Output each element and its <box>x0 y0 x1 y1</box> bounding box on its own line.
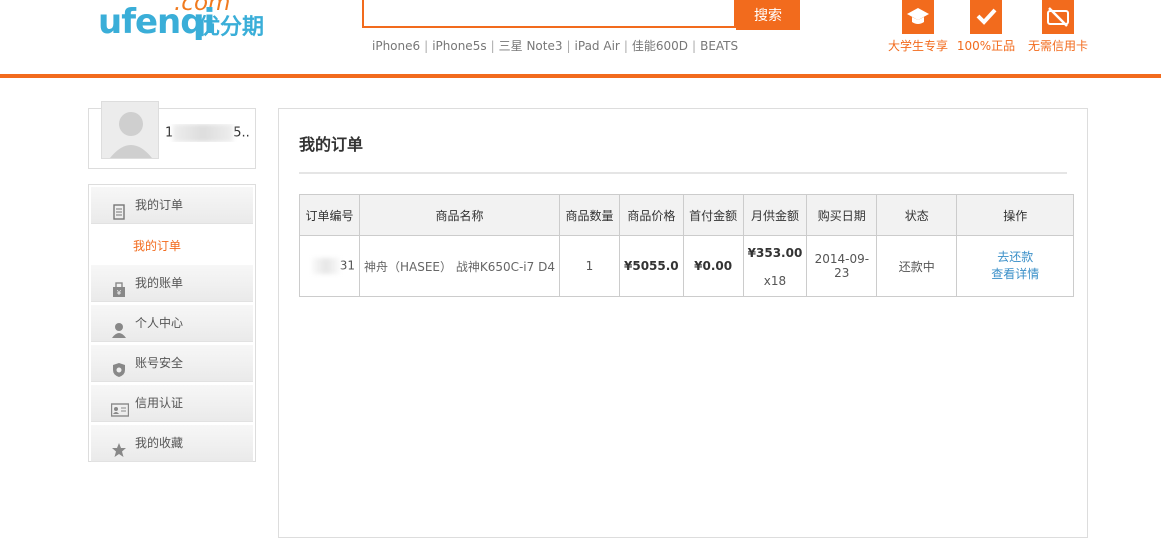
product-name-cell[interactable]: 神舟（HASEE） 战神K650C-i7 D4 <box>359 235 560 297</box>
site-logo[interactable]: .com ufenqi 优分期 <box>98 0 268 46</box>
sidebar-item-profile[interactable]: 个人中心 <box>91 305 253 342</box>
search-button[interactable]: 搜索 <box>736 0 800 30</box>
id-card-icon <box>110 396 130 417</box>
username: 1 5... <box>165 124 251 142</box>
column-header: 商品数量 <box>559 194 620 236</box>
status-cell: 还款中 <box>876 235 958 297</box>
sidebar-item-label: 个人中心 <box>135 316 184 330</box>
monthly-cell: ¥353.00 x18 <box>742 235 808 297</box>
hot-word[interactable]: 三星 Note3 <box>499 39 563 53</box>
sidebar-menu: 我的订单 我的订单 ¥ 我的账单 个人中心 账号安全 信用认证 我的收藏 <box>88 184 256 462</box>
svg-text:¥: ¥ <box>117 289 122 297</box>
badge-label: 无需信用卡 <box>1027 39 1088 53</box>
hot-word[interactable]: iPhone5s <box>432 39 486 53</box>
sidebar-item-label: 我的订单 <box>135 198 184 212</box>
document-icon <box>111 198 127 220</box>
divider: | <box>623 39 628 53</box>
hot-word[interactable]: iPad Air <box>575 39 620 53</box>
badge-genuine: 100%正品 <box>956 0 1016 54</box>
checkmark-shield-icon <box>970 0 1002 34</box>
repay-link[interactable]: 去还款 <box>961 249 1069 266</box>
person-icon <box>111 316 127 338</box>
table-row: 31 神舟（HASEE） 战神K650C-i7 D4 1 ¥5055.0 ¥0.… <box>299 235 1075 297</box>
sidebar-item-label: 我的账单 <box>135 276 184 290</box>
divider: | <box>424 39 429 53</box>
badge-student: 大学生专享 <box>887 0 949 54</box>
actions-cell: 去还款 查看详情 <box>956 235 1075 297</box>
column-header: 商品名称 <box>359 194 560 236</box>
sidebar-item-security[interactable]: 账号安全 <box>91 345 253 382</box>
sidebar-item-label: 信用认证 <box>135 396 184 410</box>
hot-word[interactable]: BEATS <box>700 39 738 53</box>
orders-panel: 我的订单 订单编号 商品名称 商品数量 商品价格 首付金额 月供金额 购买日期 … <box>278 108 1088 538</box>
sidebar-item-credit[interactable]: 信用认证 <box>91 385 253 422</box>
column-header: 状态 <box>876 194 958 236</box>
purchase-date-cell: 2014-09-23 <box>806 235 878 297</box>
user-card: 1 5... <box>88 101 256 169</box>
monthly-amount: ¥353.00 <box>747 246 803 260</box>
search-input[interactable] <box>362 0 736 28</box>
quantity-cell: 1 <box>559 235 620 297</box>
divider: | <box>692 39 697 53</box>
divider: | <box>490 39 495 53</box>
down-payment-cell: ¥0.00 <box>682 235 744 297</box>
bill-icon: ¥ <box>111 276 127 297</box>
table-header-row: 订单编号 商品名称 商品数量 商品价格 首付金额 月供金额 购买日期 状态 操作 <box>299 194 1075 236</box>
badge-label: 大学生专享 <box>887 39 948 53</box>
sidebar-subitem-my-orders[interactable]: 我的订单 <box>133 237 181 254</box>
badge-no-credit-card: 无需信用卡 <box>1026 0 1090 54</box>
column-header: 购买日期 <box>806 194 878 236</box>
sidebar-item-bills[interactable]: ¥ 我的账单 <box>91 265 253 302</box>
avatar[interactable] <box>101 101 159 159</box>
badge-label: 100%正品 <box>956 39 1016 53</box>
sidebar-item-label: 我的收藏 <box>135 436 184 450</box>
hot-word[interactable]: iPhone6 <box>372 39 420 53</box>
logo-cn: 优分期 <box>198 15 265 40</box>
column-header: 操作 <box>956 194 1075 236</box>
page-title: 我的订单 <box>299 135 364 154</box>
order-id-redacted <box>311 258 340 274</box>
column-header: 首付金额 <box>682 194 744 236</box>
view-details-link[interactable]: 查看详情 <box>961 266 1069 283</box>
username-visible: 1 <box>165 125 174 141</box>
column-header: 商品价格 <box>619 194 684 236</box>
shield-icon <box>111 356 127 377</box>
price-cell: ¥5055.0 <box>619 235 684 297</box>
installment-count: x18 <box>763 274 787 288</box>
sidebar-item-orders[interactable]: 我的订单 <box>91 187 253 224</box>
site-header: .com ufenqi 优分期 搜索 iPhone6 | iPhone5s | 三星 N… <box>0 0 1161 74</box>
username-redacted <box>173 124 234 142</box>
hot-word[interactable]: 佳能600D <box>632 39 688 53</box>
sidebar-item-favorites[interactable]: 我的收藏 <box>91 425 253 462</box>
divider <box>299 172 1067 174</box>
username-suffix: 5... <box>233 125 251 141</box>
logo-brand: ufenqi <box>98 2 215 42</box>
column-header: 订单编号 <box>299 194 360 236</box>
header-divider <box>0 74 1161 78</box>
no-credit-card-icon <box>1042 0 1074 34</box>
order-id-suffix: 31 <box>339 258 355 273</box>
order-id-cell: 31 <box>299 235 360 297</box>
sidebar-item-label: 账号安全 <box>135 356 184 370</box>
divider: | <box>566 39 571 53</box>
graduation-cap-icon <box>902 0 934 34</box>
star-icon <box>111 436 127 457</box>
orders-table: 订单编号 商品名称 商品数量 商品价格 首付金额 月供金额 购买日期 状态 操作… <box>299 194 1075 297</box>
hot-keywords: iPhone6 | iPhone5s | 三星 Note3 | iPad Air | 佳能600… <box>372 37 738 54</box>
column-header: 月供金额 <box>742 194 808 236</box>
